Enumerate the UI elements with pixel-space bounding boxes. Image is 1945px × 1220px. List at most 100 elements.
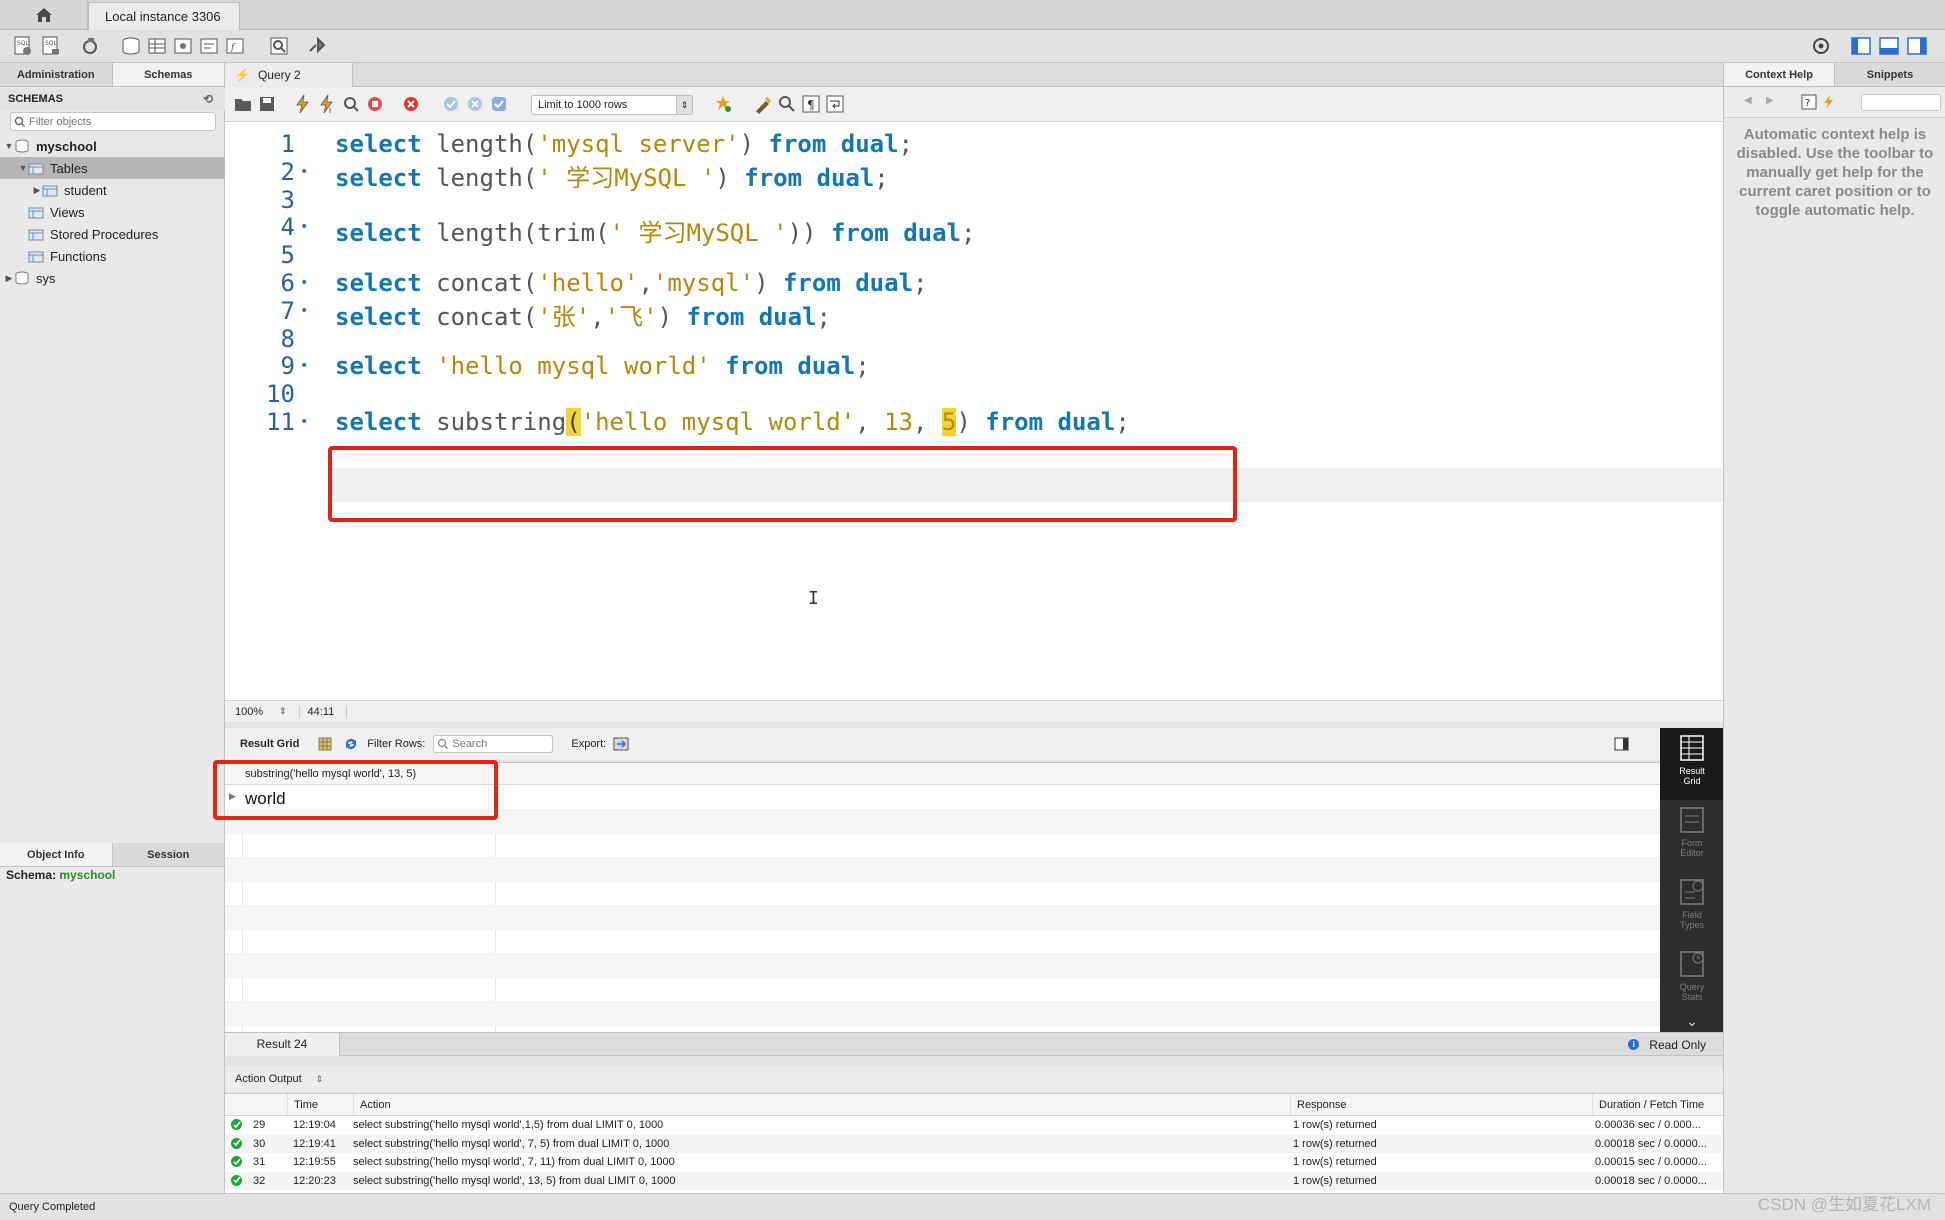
tree-item[interactable]: ▶ sys [0,267,225,289]
disclosure-triangle-icon[interactable]: ▶ [4,273,14,284]
code-line[interactable]: select 'hello mysql world' from dual; [335,352,870,380]
field-types-view-button[interactable]: Field Types [1660,872,1724,944]
create-procedure-icon[interactable] [198,35,220,57]
settings-icon[interactable] [1810,35,1832,57]
open-file-icon[interactable] [233,94,255,116]
toggle-secondary-sidebar-icon[interactable] [1906,35,1928,57]
execute-icon[interactable] [293,94,315,116]
search-table-data-icon[interactable] [268,35,290,57]
commit-icon[interactable] [441,94,463,116]
output-cell-time: 12:19:04 [293,1119,336,1131]
invisible-chars-icon[interactable]: ¶ [801,94,823,116]
output-cell-action: select substring('hello mysql world', 7,… [353,1137,670,1150]
home-icon [35,8,52,22]
new-sql-tab-icon[interactable]: SQL [12,35,34,57]
filter-rows-field[interactable] [433,735,554,753]
add-snippet-icon[interactable] [713,94,735,116]
toggle-output-icon[interactable] [1878,35,1900,57]
column-header-duration[interactable]: Duration / Fetch Time [1592,1094,1704,1116]
forward-arrow-icon[interactable]: ▶ [1766,95,1774,106]
select-arrows-icon[interactable]: ⇕ [316,1074,324,1085]
form-editor-view-button[interactable]: Form Editor [1660,800,1724,872]
column-header-time[interactable]: Time [287,1094,318,1116]
inspector-icon[interactable] [80,35,102,57]
result-tabbar: Result 24 i Read Only [225,1032,1724,1056]
tree-item[interactable]: Views [0,201,225,223]
sql-editor[interactable]: 1 select length('mysql server') from dual… [225,122,1723,702]
code-token: 5 [941,408,957,436]
explain-icon[interactable] [341,94,363,116]
table-row[interactable]: 30 12:19:41 select substring('hello mysql … [225,1134,1723,1153]
tree-item[interactable]: Stored Procedures [0,223,225,245]
tree-item[interactable]: Functions [0,245,225,267]
reconnect-icon[interactable] [306,35,328,57]
help-search-field[interactable] [1861,94,1941,111]
disclosure-triangle-icon[interactable]: ▼ [18,163,28,173]
code-token: select [335,130,422,158]
tree-item[interactable]: ▼ myschool [0,135,225,157]
execute-current-icon[interactable]: I [317,94,339,116]
highlight-box-query [328,446,1237,522]
tab-schemas[interactable]: Schemas [112,63,225,86]
open-sql-file-icon[interactable]: SQL [40,35,62,57]
home-button[interactable] [0,0,88,30]
tree-item[interactable]: ▼ Tables [0,157,225,179]
table-row[interactable]: 29 12:19:04 select substring('hello mysql … [225,1116,1723,1134]
code-line[interactable]: select substring('hello mysql world', 13… [335,408,1130,436]
code-line[interactable]: select length('mysql server') from dual; [335,130,913,158]
tab-result-24[interactable]: Result 24 [225,1033,340,1056]
tree-item[interactable]: ▶ student [0,179,225,201]
auto-help-icon[interactable] [1820,93,1838,111]
tab-administration[interactable]: Administration [0,63,113,86]
filter-rows-input[interactable] [452,738,551,750]
grid-icon[interactable] [317,736,333,752]
refresh-schemas-icon[interactable]: ⟲ [203,88,213,110]
code-line[interactable]: select concat('hello','mysql') from dual… [335,269,927,297]
wrap-lines-icon[interactable] [825,94,847,116]
disclosure-triangle-icon[interactable]: ▼ [4,141,14,151]
table-row[interactable]: 32 12:20:23 select substring('hello mysql … [225,1171,1723,1190]
create-table-icon[interactable] [146,35,168,57]
autocommit-icon[interactable] [489,94,511,116]
filter-objects-field[interactable] [10,112,216,131]
code-line[interactable]: select concat('张','飞') from dual; [335,297,831,332]
code-line[interactable]: select length(' 学习MySQL ') from dual; [335,158,889,193]
output-cell-time: 12:19:55 [293,1156,336,1168]
tab-context-help[interactable]: Context Help [1724,63,1835,86]
zoom-stepper-icon[interactable]: ⇕ [279,706,287,717]
zoom-level[interactable]: 100% [235,706,279,718]
scroll-down-icon[interactable]: ⌄ [1660,1012,1724,1032]
beautify-icon[interactable] [753,94,775,116]
limit-rows-select[interactable]: Limit to 1000 rows ⇕ [531,95,693,115]
tab-query-2[interactable]: ⚡ Query 2 [225,63,353,87]
create-view-icon[interactable] [172,35,194,57]
refresh-icon[interactable] [343,736,359,752]
query-stats-view-button[interactable]: Query Stats [1660,944,1724,1016]
result-grid-view-button[interactable]: Result Grid [1660,728,1724,800]
toggle-error-icon[interactable] [401,94,423,116]
stop-icon[interactable] [365,94,387,116]
code-line[interactable]: select length(trim(' 学习MySQL ')) from du… [335,213,975,248]
code-token: 13 [884,408,914,436]
toggle-panel-icon[interactable] [1614,736,1630,752]
tab-session[interactable]: Session [113,843,225,866]
table-row[interactable]: 31 12:19:55 select substring('hello mysql … [225,1153,1723,1171]
save-icon[interactable] [257,94,279,116]
rollback-icon[interactable] [465,94,487,116]
disclosure-triangle-icon[interactable]: ▶ [32,185,42,196]
tab-object-info[interactable]: Object Info [0,843,113,866]
create-schema-icon[interactable] [120,35,142,57]
svg-text:SQL: SQL [45,40,58,47]
connection-tab[interactable]: Local instance 3306 [88,2,240,30]
output-type-select[interactable]: Action Output [235,1073,302,1085]
toggle-sidebar-icon[interactable] [1850,35,1872,57]
tab-snippets[interactable]: Snippets [1835,63,1945,86]
column-header-action[interactable]: Action [353,1094,391,1116]
find-icon[interactable] [777,94,799,116]
export-icon[interactable] [612,735,630,753]
column-header-response[interactable]: Response [1290,1094,1347,1116]
manual-help-icon[interactable]: ? [1800,93,1818,111]
create-function-icon[interactable]: f [224,35,246,57]
back-arrow-icon[interactable]: ◀ [1744,95,1752,106]
filter-objects-input[interactable] [29,115,199,128]
